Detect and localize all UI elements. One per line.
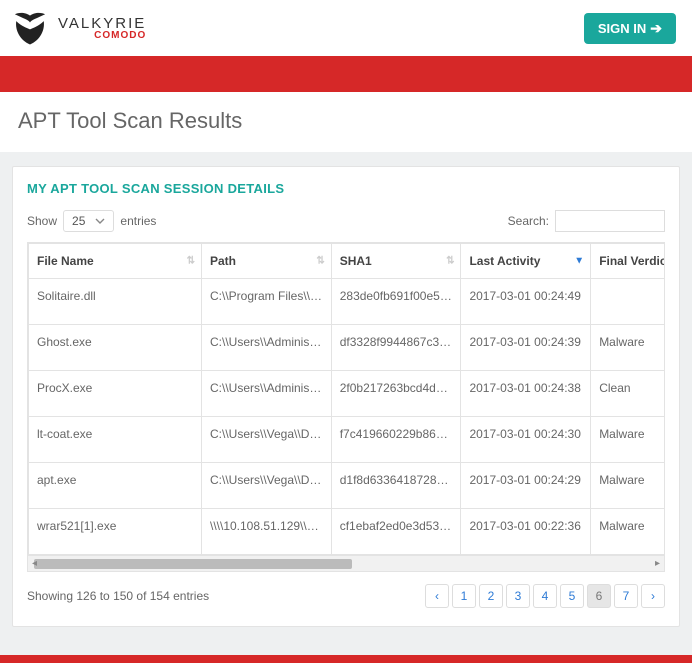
scrollbar-thumb[interactable] bbox=[34, 559, 352, 569]
cell-sha1: 283de0fb691f00e57d7... bbox=[331, 279, 461, 325]
table-row[interactable]: wrar521[1].exe\\\\10.108.51.129\\C:\\...… bbox=[29, 509, 666, 555]
sort-icon: ⇅ bbox=[316, 256, 324, 267]
cell-file: Ghost.exe bbox=[29, 325, 202, 371]
page-3-button[interactable]: 3 bbox=[506, 584, 530, 608]
page-prev-button[interactable]: ‹ bbox=[425, 584, 449, 608]
col-sha1[interactable]: SHA1⇅ bbox=[331, 244, 461, 279]
cell-path: \\\\10.108.51.129\\C:\\... bbox=[201, 509, 331, 555]
table-row[interactable]: apt.exeC:\\Users\\Vega\\Deskt...d1f8d633… bbox=[29, 463, 666, 509]
cell-verdict bbox=[591, 279, 665, 325]
sign-in-label: SIGN IN bbox=[598, 21, 646, 36]
cell-file: lt-coat.exe bbox=[29, 417, 202, 463]
length-suffix: entries bbox=[120, 214, 156, 228]
arrow-right-icon: ➔ bbox=[650, 20, 662, 37]
cell-activity: 2017-03-01 00:24:30 bbox=[461, 417, 591, 463]
cell-file: ProcX.exe bbox=[29, 371, 202, 417]
cell-activity: 2017-03-01 00:22:36 bbox=[461, 509, 591, 555]
scroll-right-icon: ▸ bbox=[655, 558, 660, 569]
card-title: MY APT TOOL SCAN SESSION DETAILS bbox=[27, 181, 665, 196]
header-red-bar bbox=[0, 56, 692, 92]
cell-verdict: Malware bbox=[591, 509, 665, 555]
cell-sha1: cf1ebaf2ed0e3d537a5... bbox=[331, 509, 461, 555]
wing-icon bbox=[8, 6, 52, 50]
page-6-button[interactable]: 6 bbox=[587, 584, 611, 608]
sort-icon: ⇅ bbox=[187, 256, 195, 267]
scroll-left-icon: ◂ bbox=[32, 558, 37, 569]
pagination: ‹1234567› bbox=[425, 584, 665, 608]
page-7-button[interactable]: 7 bbox=[614, 584, 638, 608]
results-table-wrapper: File Name⇅ Path⇅ SHA1⇅ Last Activity▼ Fi… bbox=[27, 242, 665, 556]
page-4-button[interactable]: 4 bbox=[533, 584, 557, 608]
table-row[interactable]: Solitaire.dllC:\\Program Files\\Win...28… bbox=[29, 279, 666, 325]
table-info: Showing 126 to 150 of 154 entries bbox=[27, 589, 209, 603]
cell-sha1: 2f0b217263bcd4d7d89... bbox=[331, 371, 461, 417]
length-prefix: Show bbox=[27, 214, 57, 228]
cell-file: apt.exe bbox=[29, 463, 202, 509]
search-label: Search: bbox=[508, 214, 549, 228]
page-2-button[interactable]: 2 bbox=[479, 584, 503, 608]
cell-file: wrar521[1].exe bbox=[29, 509, 202, 555]
cell-activity: 2017-03-01 00:24:39 bbox=[461, 325, 591, 371]
cell-path: C:\\Users\\Administrat... bbox=[201, 371, 331, 417]
page-length-control: Show 25 entries bbox=[27, 210, 156, 232]
table-row[interactable]: lt-coat.exeC:\\Users\\Vega\\Deskt...f7c4… bbox=[29, 417, 666, 463]
cell-sha1: f7c419660229b865af1... bbox=[331, 417, 461, 463]
cell-sha1: d1f8d63364187287ab4... bbox=[331, 463, 461, 509]
cell-path: C:\\Program Files\\Win... bbox=[201, 279, 331, 325]
col-path[interactable]: Path⇅ bbox=[201, 244, 331, 279]
cell-path: C:\\Users\\Vega\\Deskt... bbox=[201, 417, 331, 463]
footer-red-bar bbox=[0, 655, 692, 663]
cell-verdict: Malware bbox=[591, 325, 665, 371]
cell-file: Solitaire.dll bbox=[29, 279, 202, 325]
sort-icon: ⇅ bbox=[446, 256, 454, 267]
sort-desc-icon: ▼ bbox=[574, 256, 584, 267]
col-file-name[interactable]: File Name⇅ bbox=[29, 244, 202, 279]
page-length-select[interactable]: 25 bbox=[63, 210, 114, 232]
page-1-button[interactable]: 1 bbox=[452, 584, 476, 608]
length-value: 25 bbox=[72, 214, 85, 228]
horizontal-scrollbar[interactable]: ◂ ▸ bbox=[27, 556, 665, 572]
sign-in-button[interactable]: SIGN IN ➔ bbox=[584, 13, 676, 44]
page-title: APT Tool Scan Results bbox=[18, 108, 674, 134]
cell-path: C:\\Users\\Vega\\Deskt... bbox=[201, 463, 331, 509]
results-table: File Name⇅ Path⇅ SHA1⇅ Last Activity▼ Fi… bbox=[28, 243, 665, 555]
cell-activity: 2017-03-01 00:24:38 bbox=[461, 371, 591, 417]
cell-verdict: Malware bbox=[591, 417, 665, 463]
page-next-button[interactable]: › bbox=[641, 584, 665, 608]
chevron-down-icon bbox=[95, 216, 105, 226]
cell-sha1: df3328f9944867c3c5e... bbox=[331, 325, 461, 371]
cell-activity: 2017-03-01 00:24:49 bbox=[461, 279, 591, 325]
col-last-activity[interactable]: Last Activity▼ bbox=[461, 244, 591, 279]
table-row[interactable]: ProcX.exeC:\\Users\\Administrat...2f0b21… bbox=[29, 371, 666, 417]
cell-path: C:\\Users\\Administrat... bbox=[201, 325, 331, 371]
cell-verdict: Malware bbox=[591, 463, 665, 509]
table-row[interactable]: Ghost.exeC:\\Users\\Administrat...df3328… bbox=[29, 325, 666, 371]
results-card: MY APT TOOL SCAN SESSION DETAILS Show 25… bbox=[12, 166, 680, 627]
cell-activity: 2017-03-01 00:24:29 bbox=[461, 463, 591, 509]
cell-verdict: Clean bbox=[591, 371, 665, 417]
col-final-verdict[interactable]: Final Verdict⇅ bbox=[591, 244, 665, 279]
page-5-button[interactable]: 5 bbox=[560, 584, 584, 608]
search-input[interactable] bbox=[555, 210, 665, 232]
brand-logo[interactable]: VALKYRIE COMODO bbox=[8, 6, 146, 50]
